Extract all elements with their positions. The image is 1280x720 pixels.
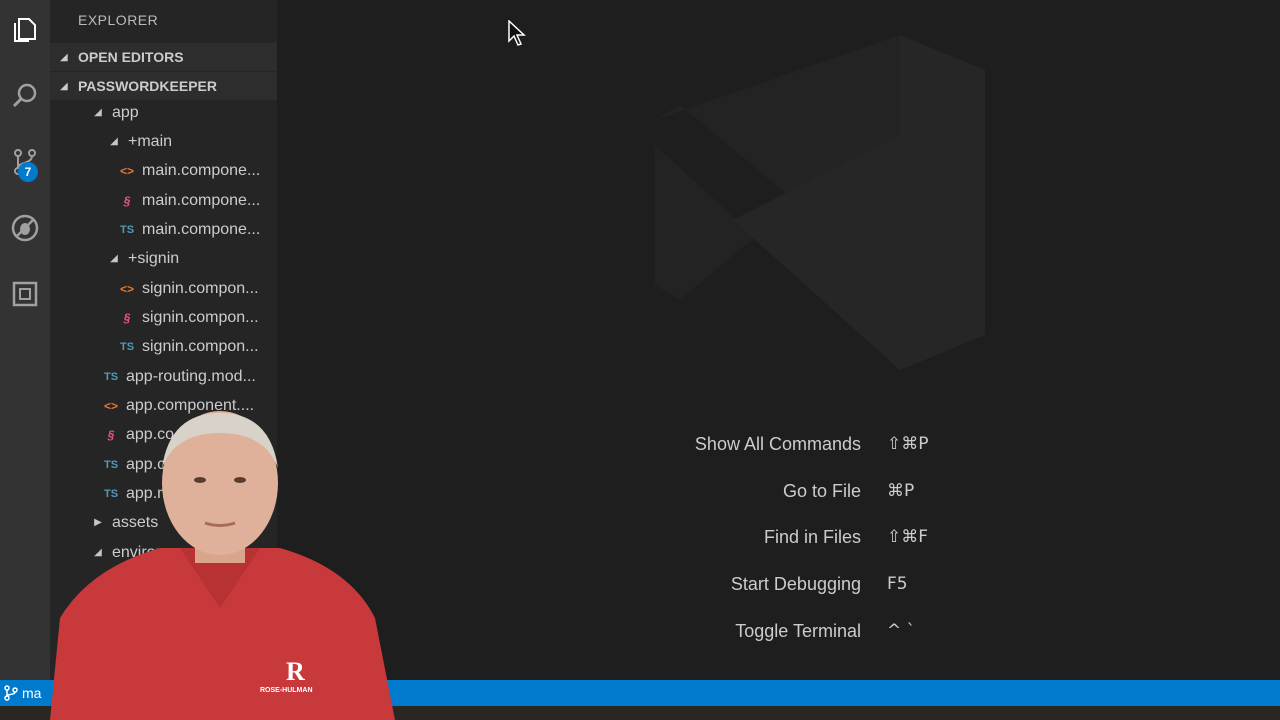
tree-label: signin.compon... xyxy=(142,308,259,326)
chevron-down-icon: ◢ xyxy=(110,253,118,264)
shortcut-label: Show All Commands xyxy=(694,434,861,454)
debug-icon xyxy=(11,214,39,242)
scm-badge: 7 xyxy=(18,162,38,182)
explorer-title: EXPLORER xyxy=(78,12,159,28)
git-branch-icon xyxy=(4,685,18,701)
explorer-button[interactable] xyxy=(0,4,50,56)
chevron-down-icon: ◢ xyxy=(60,51,68,63)
tree-file[interactable]: § main.compone... xyxy=(50,186,277,215)
tree-folder-app[interactable]: ◢ app xyxy=(50,98,277,127)
vscode-logo-watermark-icon xyxy=(655,35,985,370)
css-file-icon: § xyxy=(123,193,131,208)
tree-label: main.compone... xyxy=(142,161,261,179)
chevron-down-icon: ◢ xyxy=(110,136,118,147)
presenter-video-overlay: R ROSE-HULMAN xyxy=(50,411,395,720)
shortcut-label: Start Debugging xyxy=(730,574,861,594)
tree-file[interactable]: TS main.compone... xyxy=(50,215,277,244)
tree-label: app-routing.mod... xyxy=(126,367,256,385)
tree-file[interactable]: <> signin.compon... xyxy=(50,274,277,303)
tree-file[interactable]: § signin.compon... xyxy=(50,303,277,332)
shortcut-keys: ⇧⌘F xyxy=(887,527,929,547)
open-editors-section[interactable]: ◢ OPEN EDITORS xyxy=(50,43,277,71)
extensions-icon xyxy=(12,281,38,307)
ts-file-icon: TS xyxy=(103,370,119,383)
shortcut-keys: ⇧⌘P xyxy=(887,434,929,454)
shortcut-row[interactable]: Toggle Terminal ^ ` xyxy=(277,615,1280,651)
tree-label: signin.compon... xyxy=(142,337,259,355)
tree-label: main.compone... xyxy=(142,220,261,238)
tree-file[interactable]: <> main.compone... xyxy=(50,156,277,185)
chevron-down-icon: ◢ xyxy=(60,80,68,92)
shirt-logo: R xyxy=(286,657,305,686)
shortcut-row[interactable]: Go to File ⌘P xyxy=(277,475,1280,511)
editor-area[interactable]: Show All Commands ⇧⌘P Go to File ⌘P Find… xyxy=(277,0,1280,680)
project-label: PASSWORDKEEPER xyxy=(78,78,217,94)
tree-label: +main xyxy=(128,132,173,150)
shortcut-keys: ⌘P xyxy=(887,481,915,501)
search-icon xyxy=(12,83,37,108)
source-control-button[interactable]: 7 xyxy=(0,136,50,188)
tree-label: app xyxy=(112,103,139,121)
shortcut-row[interactable]: Find in Files ⇧⌘F xyxy=(277,521,1280,557)
extensions-button[interactable] xyxy=(0,268,50,320)
shortcut-keys: F5 xyxy=(887,574,908,594)
ts-file-icon: TS xyxy=(119,223,135,236)
tree-label: main.compone... xyxy=(142,191,261,209)
mouse-cursor-icon xyxy=(508,20,526,46)
shortcut-row[interactable]: Start Debugging F5 xyxy=(277,568,1280,604)
debug-button[interactable] xyxy=(0,202,50,254)
tree-folder-main[interactable]: ◢ +main xyxy=(50,127,277,156)
tree-label: +signin xyxy=(128,249,180,267)
tree-folder-signin[interactable]: ◢ +signin xyxy=(50,244,277,273)
shirt-text: ROSE-HULMAN xyxy=(260,687,313,694)
css-file-icon: § xyxy=(123,310,131,325)
shortcut-label: Find in Files xyxy=(763,527,861,547)
tree-label: signin.compon... xyxy=(142,279,259,297)
search-button[interactable] xyxy=(0,70,50,122)
project-section[interactable]: ◢ PASSWORDKEEPER xyxy=(50,72,277,100)
shortcut-keys: ^ ` xyxy=(887,621,916,641)
tree-file[interactable]: TS signin.compon... xyxy=(50,332,277,361)
tree-file[interactable]: TS app-routing.mod... xyxy=(50,362,277,391)
open-editors-label: OPEN EDITORS xyxy=(78,49,184,65)
html-file-icon: <> xyxy=(119,281,134,296)
shortcut-row[interactable]: Show All Commands ⇧⌘P xyxy=(277,428,1280,464)
chevron-down-icon: ◢ xyxy=(94,107,102,118)
files-icon xyxy=(14,18,36,42)
shortcut-label: Go to File xyxy=(782,481,861,501)
ts-file-icon: TS xyxy=(119,340,135,353)
shortcut-label: Toggle Terminal xyxy=(735,621,861,641)
html-file-icon: <> xyxy=(119,163,134,178)
